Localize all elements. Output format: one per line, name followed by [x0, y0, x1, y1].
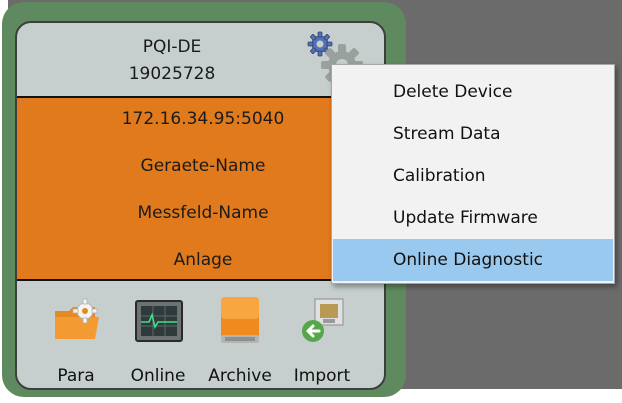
import-arrow-icon	[302, 298, 344, 342]
menu-item-calibration[interactable]: Calibration	[333, 155, 613, 197]
archive-label: Archive	[208, 366, 272, 386]
online-button[interactable]: Online	[117, 281, 199, 388]
para-label: Para	[57, 366, 95, 386]
menu-item-stream-data[interactable]: Stream Data	[333, 113, 613, 155]
online-label: Online	[130, 366, 186, 386]
device-serial: 19025728	[128, 64, 216, 84]
parameter-folder-gear-icon	[55, 298, 99, 339]
para-button[interactable]: Para	[35, 281, 117, 388]
device-context-menu: Delete Device Stream Data Calibration Up…	[331, 64, 615, 284]
device-model: PQI-DE	[142, 37, 202, 57]
device-card-header[interactable]: PQI-DE 19025728	[17, 23, 384, 96]
ip-address: 172.16.34.95:5040	[121, 109, 285, 129]
archive-drive-icon	[221, 297, 259, 343]
import-label: Import	[293, 366, 351, 386]
workspace-canvas: PQI-DE 19025728 172.16.34.95:5040 Geraet…	[0, 0, 622, 403]
import-button[interactable]: Import	[281, 281, 363, 388]
menu-item-online-diagnostic[interactable]: Online Diagnostic	[333, 239, 613, 281]
plant-name: Anlage	[173, 250, 233, 270]
archive-button[interactable]: Archive	[199, 281, 281, 388]
device-info-panel[interactable]: 172.16.34.95:5040 Geraete-Name Messfeld-…	[17, 96, 384, 281]
menu-item-delete-device[interactable]: Delete Device	[333, 71, 613, 113]
online-monitor-icon	[135, 300, 183, 342]
device-toolbar: Para Online Archive Import	[17, 281, 384, 388]
device-name: Geraete-Name	[140, 156, 266, 176]
menu-item-update-firmware[interactable]: Update Firmware	[333, 197, 613, 239]
field-name: Messfeld-Name	[137, 203, 269, 223]
